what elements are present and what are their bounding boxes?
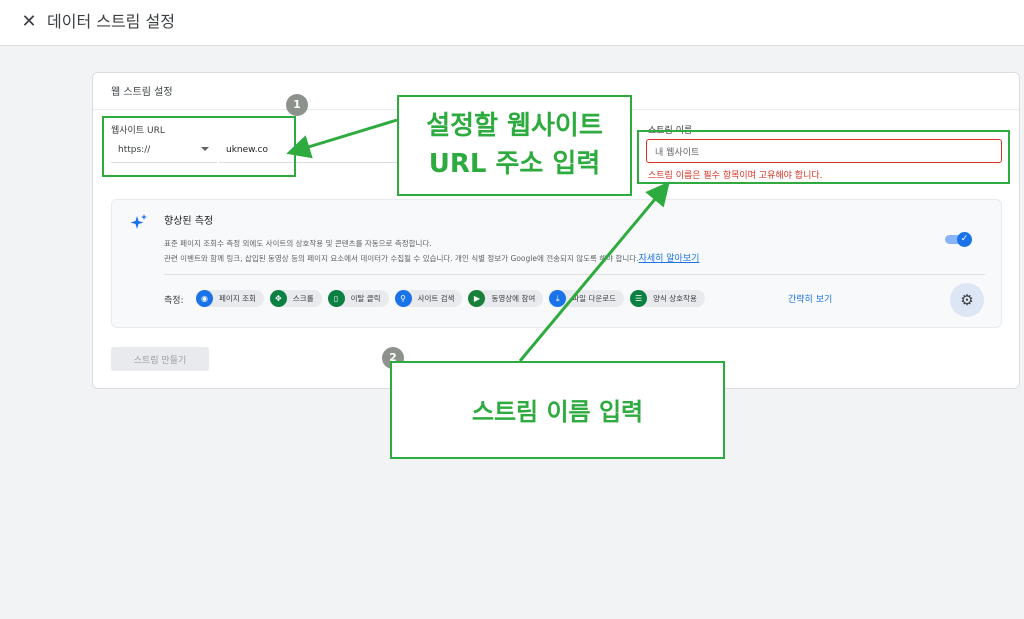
- search-icon: ⚲: [394, 289, 412, 307]
- chip-outbound-click: ▯ 이탈 클릭: [327, 289, 389, 307]
- mouse-icon: ▯: [327, 289, 345, 307]
- chip-label: 이탈 클릭: [350, 293, 381, 303]
- page-title: 데이터 스트림 설정: [47, 12, 175, 31]
- chip-page-view: ◉ 페이지 조회: [196, 289, 264, 307]
- enhanced-measurement-description-2: 관련 이벤트와 함께 링크, 삽입된 동영상 등의 페이지 요소에서 데이터가 …: [164, 251, 699, 264]
- enhanced-measurement-box: 향상된 측정 표준 페이지 조회수 측정 외에도 사이트의 상호작용 및 콘텐츠…: [111, 199, 1002, 328]
- enhanced-measurement-description-1: 표준 페이지 조회수 측정 외에도 사이트의 상호작용 및 콘텐츠를 자동으로 …: [164, 239, 432, 248]
- description-text: 관련 이벤트와 함께 링크, 삽입된 동영상 등의 페이지 요소에서 데이터가 …: [164, 254, 639, 263]
- eye-icon: ◉: [196, 289, 213, 307]
- chip-label: 파일 다운로드: [572, 293, 617, 303]
- chip-form-interaction: ☰ 양식 상호작용: [630, 289, 705, 307]
- brief-view-link[interactable]: 간략히 보기: [788, 292, 832, 305]
- chip-label: 양식 상호작용: [653, 293, 697, 303]
- measurement-chips: ◉ 페이지 조회 ✥ 스크롤 ▯ 이탈 클릭 ⚲ 사이트 검색 ▶ 동영상에 참…: [196, 289, 705, 307]
- measure-label: 측정:: [164, 296, 184, 306]
- chip-site-search: ⚲ 사이트 검색: [394, 289, 463, 307]
- chip-label: 동영상에 참여: [491, 293, 536, 303]
- create-stream-button[interactable]: 스트림 만들기: [111, 347, 209, 371]
- callout-url-line1: 설정할 웹사이트: [426, 111, 603, 141]
- callout-stream-name: 스트림 이름 입력: [390, 361, 725, 459]
- learn-more-link[interactable]: 자세히 알아보기: [639, 254, 700, 264]
- close-icon[interactable]: ✕: [18, 11, 40, 33]
- enhanced-measurement-toggle[interactable]: ✓: [945, 232, 973, 247]
- form-icon: ☰: [630, 289, 648, 307]
- chip-file-download: ⤓ 파일 다운로드: [549, 289, 625, 307]
- card-title: 웹 스트림 설정: [111, 87, 173, 98]
- url-highlight-box: [102, 116, 296, 177]
- top-bar: ✕ 데이터 스트림 설정: [0, 0, 1024, 46]
- check-icon: ✓: [957, 232, 972, 247]
- chip-video-engagement: ▶ 동영상에 참여: [468, 289, 544, 307]
- gear-icon[interactable]: ⚙: [950, 283, 984, 317]
- download-icon: ⤓: [549, 289, 567, 307]
- scroll-icon: ✥: [269, 289, 287, 307]
- step-1-badge: 1: [286, 94, 308, 116]
- chip-label: 사이트 검색: [417, 293, 455, 303]
- sparkle-icon: [130, 214, 147, 229]
- chip-label: 스크롤: [292, 293, 314, 303]
- chip-scroll: ✥ 스크롤: [269, 289, 322, 307]
- play-icon: ▶: [468, 289, 486, 307]
- enhanced-measurement-title: 향상된 측정: [164, 216, 214, 227]
- stream-name-highlight-box: [637, 130, 1010, 184]
- callout-url-line2: URL 주소 입력: [428, 149, 601, 179]
- chip-label: 페이지 조회: [219, 293, 256, 303]
- em-divider: [164, 274, 985, 275]
- callout-url: 설정할 웹사이트 URL 주소 입력: [397, 95, 632, 196]
